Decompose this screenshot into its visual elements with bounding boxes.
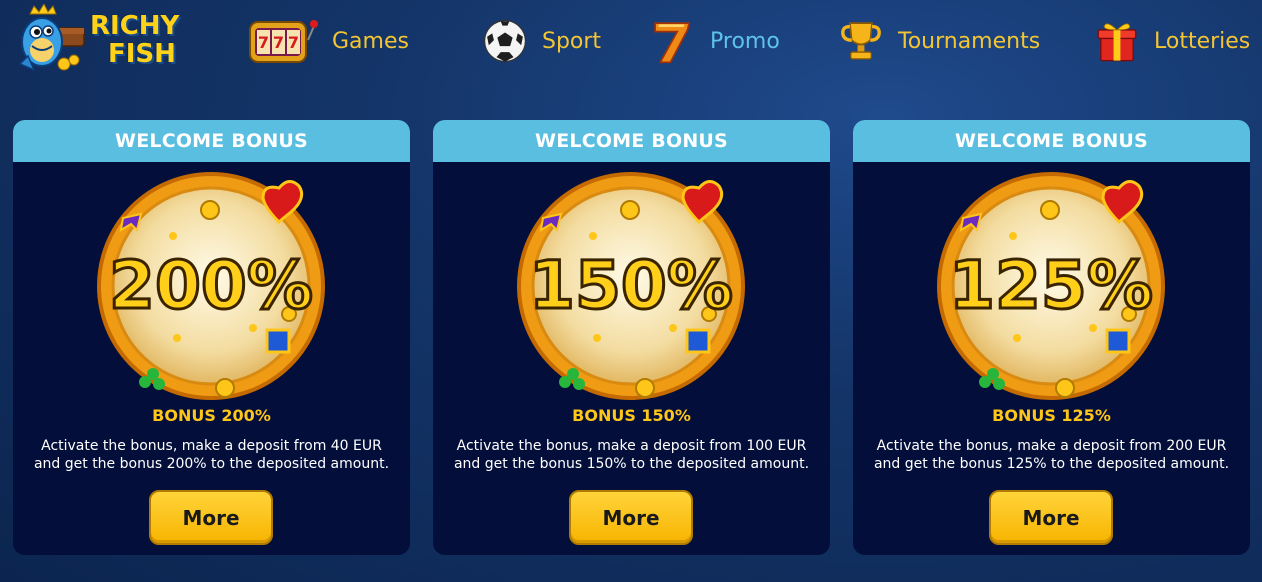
logo-line-1: RICHY bbox=[90, 11, 180, 41]
bonus-title: BONUS 150% bbox=[572, 406, 691, 425]
richy-fish-logo[interactable]: RICHY FISH bbox=[12, 2, 184, 76]
nav-item-games[interactable]: 7 7 7 Games bbox=[246, 14, 409, 68]
wheel-percent-text: 125% bbox=[949, 247, 1153, 324]
card-header: WELCOME BONUS bbox=[433, 120, 830, 162]
nav-item-lotteries[interactable]: Lotteries bbox=[1094, 14, 1250, 68]
trophy-icon bbox=[841, 22, 881, 60]
svg-text:7: 7 bbox=[258, 33, 269, 52]
bonus-wheel-image: 125% bbox=[937, 172, 1165, 400]
bonus-description-line-1: Activate the bonus, make a deposit from … bbox=[456, 438, 807, 454]
bonus-description: Activate the bonus, make a deposit from … bbox=[443, 437, 820, 473]
nav-label-tournaments: Tournaments bbox=[898, 28, 1041, 54]
bonus-description-line-2: and get the bonus 200% to the deposited … bbox=[33, 456, 390, 472]
svg-text:7: 7 bbox=[273, 33, 284, 52]
fish-mascot-icon bbox=[18, 2, 85, 72]
gift-box-icon bbox=[1097, 23, 1137, 62]
wheel-percent-text: 200% bbox=[109, 247, 313, 324]
nav-item-sport[interactable]: Sport bbox=[482, 14, 601, 68]
more-button[interactable]: More bbox=[989, 490, 1113, 545]
bonus-description-line-2: and get the bonus 125% to the deposited … bbox=[873, 456, 1230, 472]
nav-item-promo[interactable]: Promo bbox=[650, 14, 780, 68]
bonus-description-line-1: Activate the bonus, make a deposit from … bbox=[41, 438, 382, 454]
bonus-description: Activate the bonus, make a deposit from … bbox=[863, 437, 1240, 473]
lucky-seven-icon bbox=[654, 22, 691, 64]
bonus-description-line-1: Activate the bonus, make a deposit from … bbox=[876, 438, 1227, 454]
nav-label-lotteries: Lotteries bbox=[1154, 28, 1251, 54]
bonus-wheel-image: 200% bbox=[97, 172, 325, 400]
nav-item-tournaments[interactable]: Tournaments bbox=[838, 14, 1040, 68]
promo-card: WELCOME BONUS 150% BONUS 150% Activate t… bbox=[433, 120, 830, 555]
top-header: RICHY FISH 7 7 7 Games Sport Promo Tourn… bbox=[0, 0, 1262, 90]
bonus-description-line-2: and get the bonus 150% to the deposited … bbox=[453, 456, 810, 472]
wheel-percent-text: 150% bbox=[529, 247, 733, 324]
bonus-title: BONUS 125% bbox=[992, 406, 1111, 425]
svg-text:7: 7 bbox=[288, 33, 299, 52]
nav-label-sport: Sport bbox=[542, 28, 602, 54]
soccer-ball-icon bbox=[483, 19, 527, 63]
nav-label-games: Games bbox=[332, 28, 409, 54]
bonus-title: BONUS 200% bbox=[152, 406, 271, 425]
card-header: WELCOME BONUS bbox=[13, 120, 410, 162]
more-button[interactable]: More bbox=[149, 490, 273, 545]
promo-card: WELCOME BONUS 200% BONUS 200% Activate t… bbox=[13, 120, 410, 555]
nav-label-promo: Promo bbox=[710, 28, 780, 54]
bonus-description: Activate the bonus, make a deposit from … bbox=[23, 437, 400, 473]
card-header: WELCOME BONUS bbox=[853, 120, 1250, 162]
slot-machine-icon: 7 7 7 bbox=[249, 20, 318, 63]
logo-line-2: FISH bbox=[108, 39, 176, 69]
bonus-wheel-image: 150% bbox=[517, 172, 745, 400]
promo-card: WELCOME BONUS 125% BONUS 125% Activate t… bbox=[853, 120, 1250, 555]
logo-text: RICHY FISH bbox=[90, 12, 179, 68]
more-button[interactable]: More bbox=[569, 490, 693, 545]
